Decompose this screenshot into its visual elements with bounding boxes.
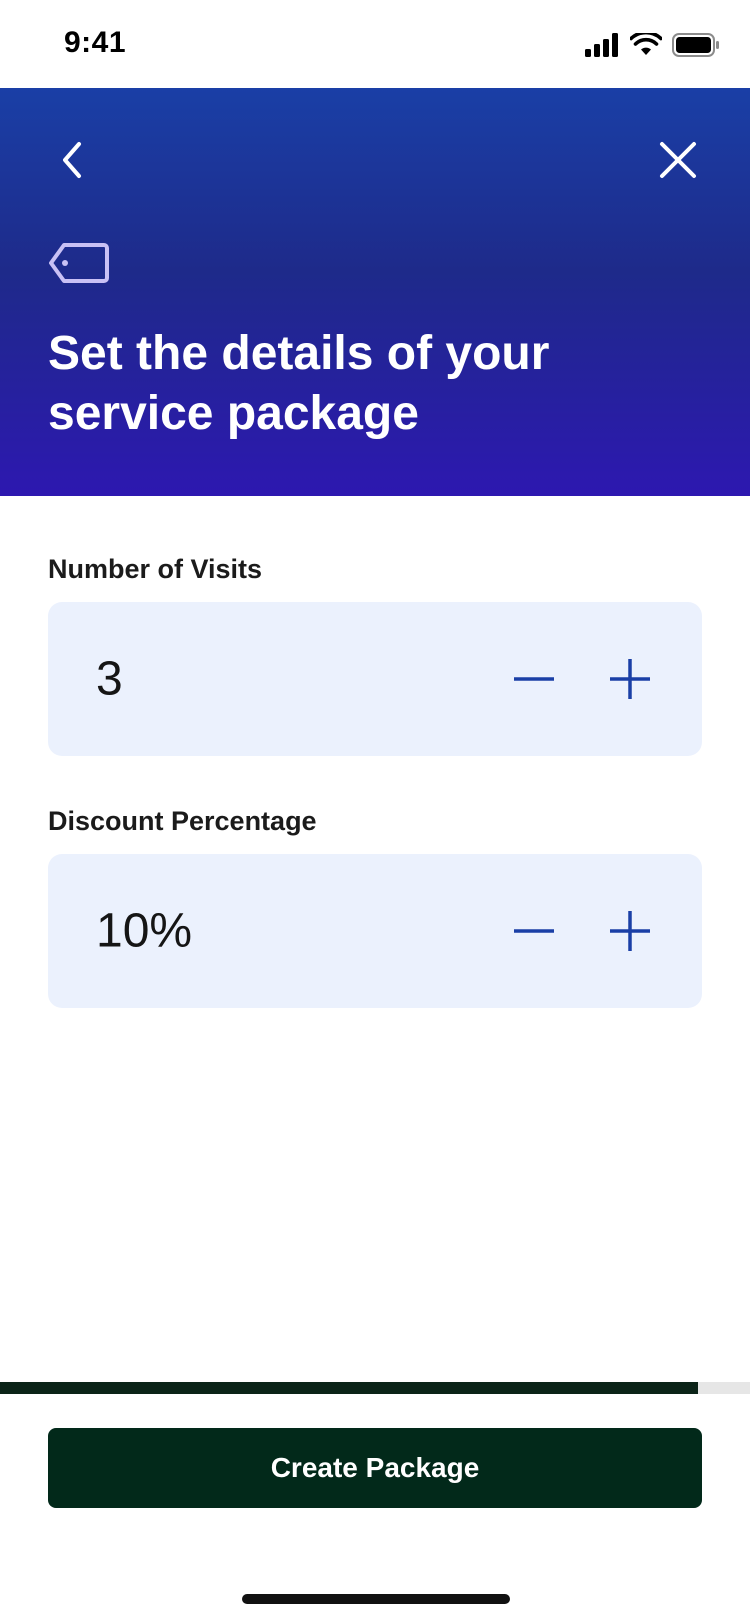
page-title: Set the details of your service package xyxy=(48,327,550,440)
create-package-button[interactable]: Create Package xyxy=(48,1428,702,1508)
discount-value: 10% xyxy=(96,904,193,958)
visits-label: Number of Visits xyxy=(48,554,263,584)
status-icons xyxy=(584,30,720,60)
minus-icon xyxy=(514,677,554,681)
status-bar: 9:41 xyxy=(0,0,750,88)
visits-stepper: 3 xyxy=(48,602,702,756)
back-button[interactable] xyxy=(42,130,102,190)
header: Set the details of your service package xyxy=(0,88,750,496)
visits-value: 3 xyxy=(96,652,123,706)
minus-icon xyxy=(514,929,554,933)
plus-icon xyxy=(610,659,650,699)
home-indicator xyxy=(242,1594,510,1604)
status-time: 9:41 xyxy=(64,26,127,59)
progress-fill xyxy=(0,1382,698,1394)
discount-stepper: 10% xyxy=(48,854,702,1008)
battery-icon xyxy=(672,33,719,57)
visits-decrement-button[interactable] xyxy=(504,649,564,709)
visits-increment-button[interactable] xyxy=(600,649,660,709)
close-button[interactable] xyxy=(648,130,708,190)
close-icon xyxy=(660,142,696,178)
signal-icon xyxy=(585,33,618,57)
discount-label: Discount Percentage xyxy=(48,806,317,836)
discount-decrement-button[interactable] xyxy=(504,901,564,961)
discount-increment-button[interactable] xyxy=(600,901,660,961)
tag-icon xyxy=(49,243,109,283)
back-icon xyxy=(63,142,81,178)
progress-bar xyxy=(0,1382,750,1394)
plus-icon xyxy=(610,911,650,951)
wifi-icon xyxy=(630,33,662,55)
